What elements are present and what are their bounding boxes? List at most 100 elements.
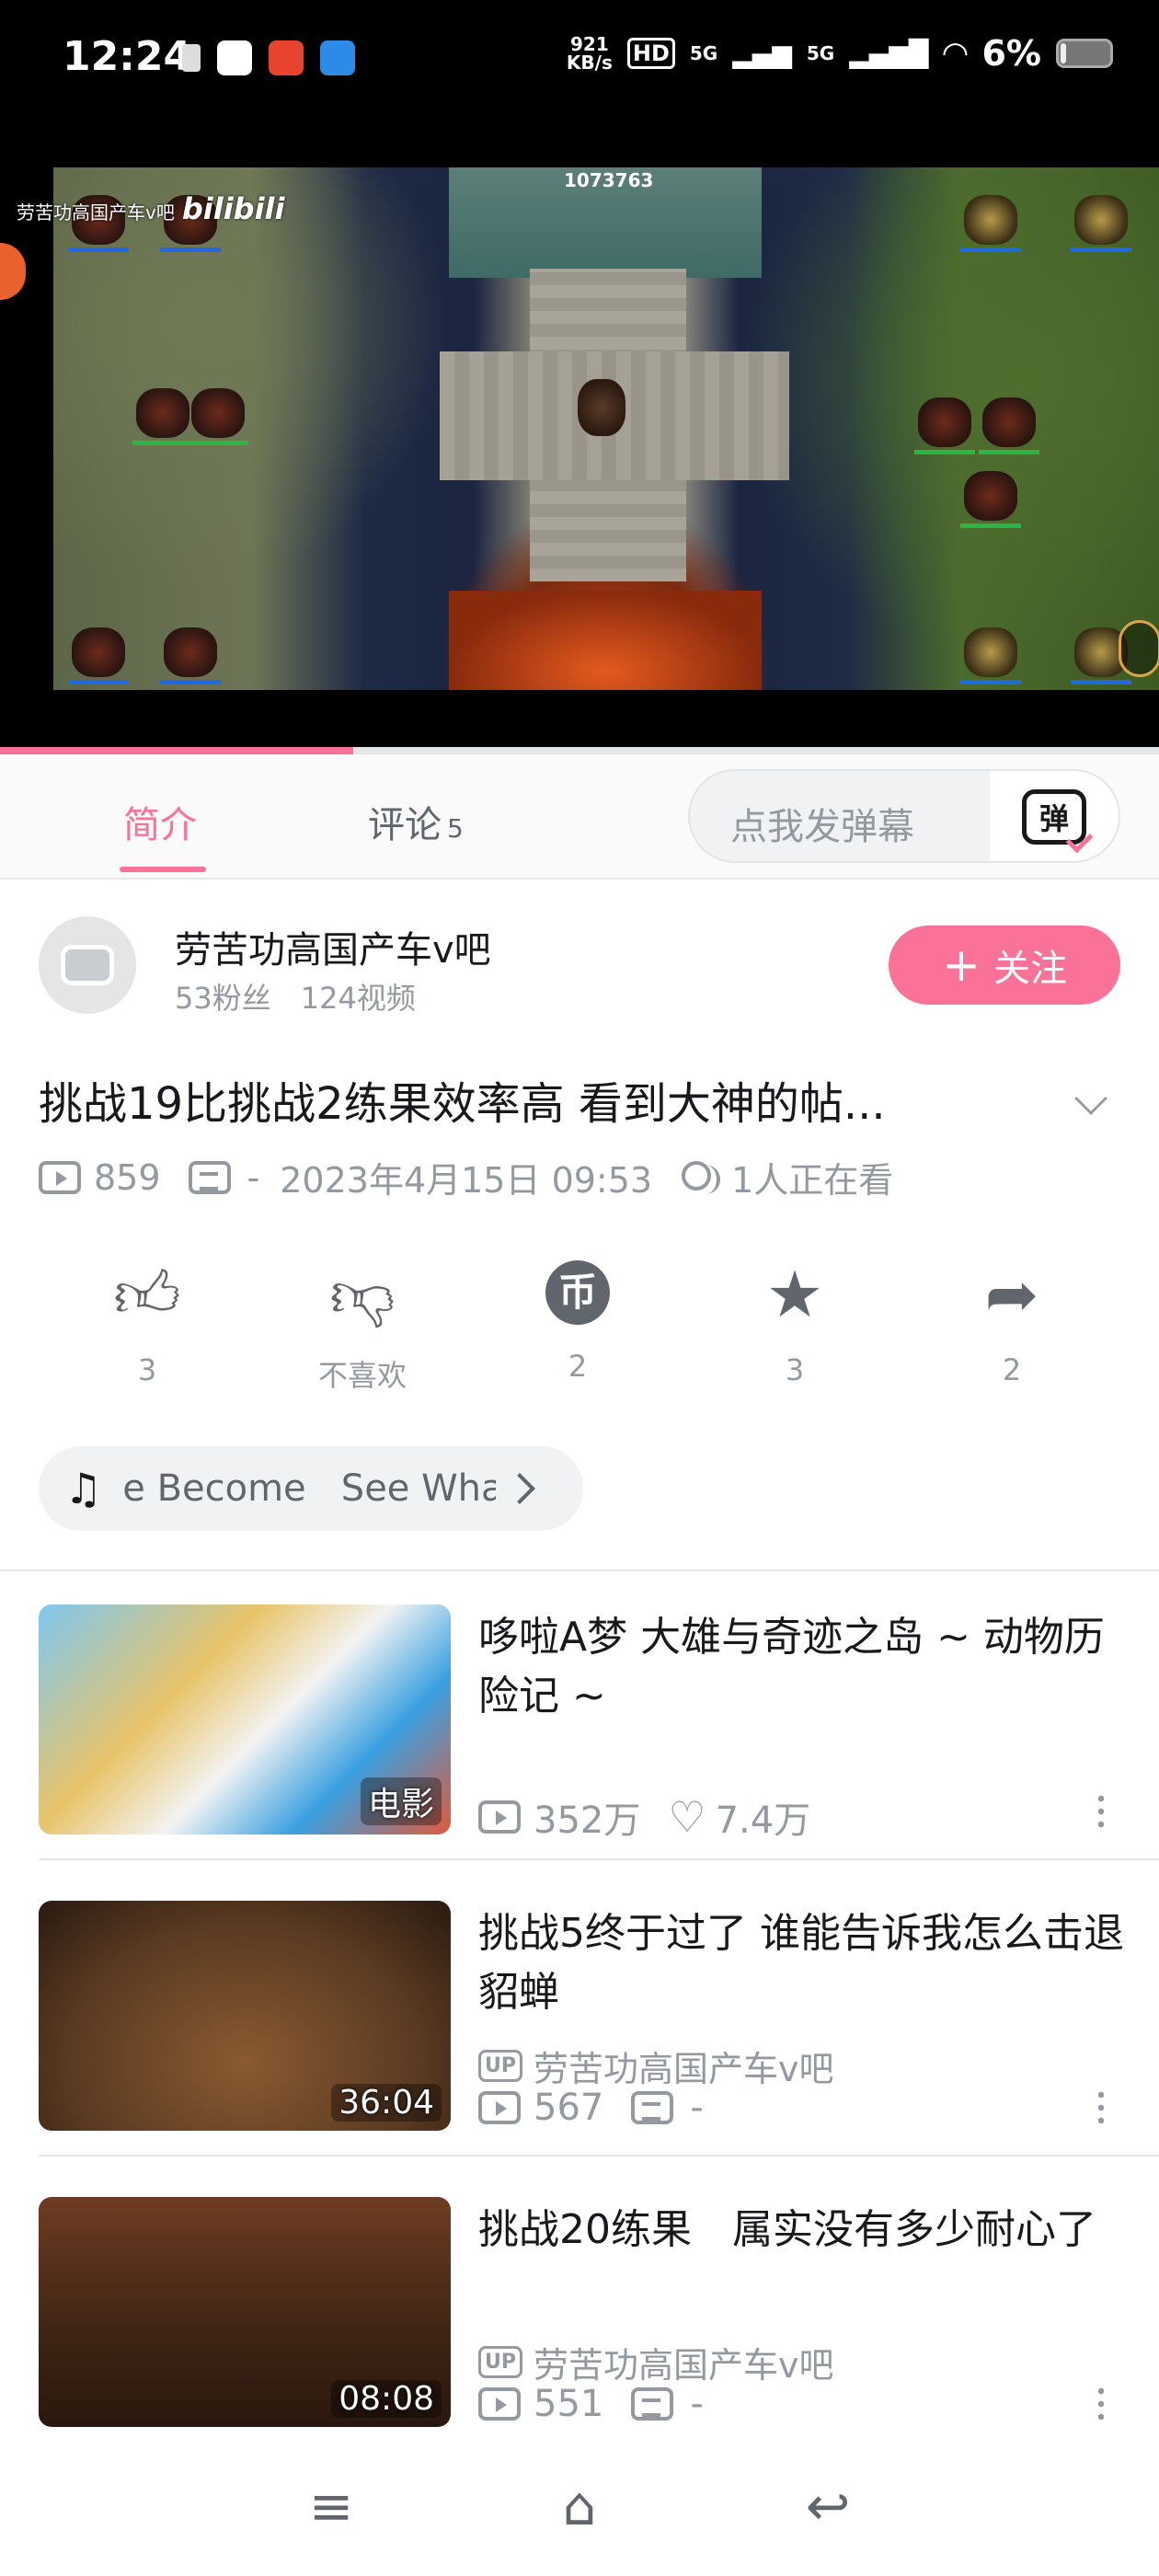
heart-icon: ♡	[668, 1792, 706, 1842]
uploader: UP 劳苦功高国产车v吧	[478, 2041, 834, 2091]
music-note-icon: ♫	[64, 1464, 103, 1513]
video-progress-bar[interactable]	[0, 747, 1159, 754]
video-stats: 567 -	[478, 2087, 704, 2129]
game-unit	[1071, 195, 1131, 252]
game-lava	[449, 591, 762, 690]
favorite-icon: ★	[765, 1257, 824, 1332]
network-speed: 921 KB/s	[566, 33, 613, 74]
uploader: UP 劳苦功高国产车v吧	[478, 2337, 834, 2387]
comments-count: 5	[447, 813, 464, 844]
more-options-icon[interactable]	[1098, 1792, 1104, 1829]
divider	[39, 2155, 1159, 2156]
danmaku-toggle-button[interactable]: 弹	[990, 771, 1119, 861]
status-bar: 12:24 921 KB/s HD 5G ▂▄▆ 5G ▂▄▆█ ◠ 6%	[0, 0, 1159, 129]
danmaku-count: -	[247, 1156, 260, 1198]
dislike-button[interactable]: 👎︎ 不喜欢	[289, 1260, 436, 1395]
avatar[interactable]	[39, 916, 136, 1014]
game-unit	[914, 397, 975, 454]
game-unit	[160, 627, 221, 684]
chevron-down-icon[interactable]	[1074, 1082, 1107, 1115]
favorite-button[interactable]: ★ 3	[721, 1260, 868, 1387]
recommended-title: 哆啦A梦 大雄与奇迹之岛 ~ 动物历险记 ~	[478, 1614, 1105, 1719]
video-meta: 859 - 2023年4月15日 09:53 1人正在看	[39, 1152, 893, 1202]
video-watermark: 劳苦功高国产车v吧 bilibili	[17, 191, 285, 226]
more-options-icon[interactable]	[1098, 2385, 1104, 2421]
video-player[interactable]: 1073763 劳苦功高国产车v吧 bilibili	[0, 129, 1159, 754]
video-frame[interactable]: 1073763	[53, 167, 1159, 690]
view-count: 859	[94, 1156, 161, 1198]
coin-button[interactable]: 币2	[504, 1260, 651, 1384]
video-count: 124视频	[300, 981, 416, 1016]
progress-fill	[0, 747, 354, 754]
shop-app-icon	[269, 40, 304, 75]
wifi-app-icon	[320, 40, 355, 75]
game-unit	[960, 471, 1021, 528]
plus-icon: +	[942, 938, 981, 992]
game-score: 1073763	[564, 169, 654, 191]
tab-comments[interactable]: 评论 5	[368, 795, 464, 848]
recommended-title: 挑战5终于过了 谁能告诉我怎么击退貂蝉	[478, 1910, 1124, 2016]
share-icon: ➦	[984, 1257, 1039, 1332]
up-badge: UP	[478, 2050, 522, 2082]
coin-icon: 币	[545, 1260, 610, 1325]
video-title: 挑战19比挑战2练果效率高 看到大神的帖...	[39, 1078, 886, 1130]
hd-icon: HD	[626, 38, 675, 69]
tab-intro[interactable]: 简介	[123, 795, 197, 848]
menu-icon[interactable]: ≡	[299, 2475, 363, 2537]
sim-icon	[182, 44, 201, 72]
chevron-right-icon	[504, 1473, 536, 1504]
recommended-video[interactable]: 电影 哆啦A梦 大雄与奇迹之岛 ~ 动物历险记 ~ 352万 ♡ 7.4万	[39, 1582, 1159, 1860]
like-icon: 👍︎	[113, 1257, 181, 1332]
game-unit	[132, 388, 193, 445]
play-count-icon	[39, 1160, 81, 1194]
share-button[interactable]: ➦ 2	[938, 1260, 1085, 1387]
like-button[interactable]: 👍︎ 3	[74, 1260, 221, 1387]
map-app-icon	[217, 40, 252, 75]
author-row: 劳苦功高国产车v吧 53粉丝 124视频 + 关注	[0, 880, 1159, 1064]
movie-badge: 电影	[360, 1777, 442, 1825]
play-count-icon	[478, 2387, 521, 2421]
battery-icon	[1056, 39, 1113, 68]
up-badge: UP	[478, 2346, 522, 2378]
signal-5g-icon: 5G	[689, 42, 718, 64]
video-thumbnail[interactable]: 08:08	[39, 2197, 451, 2427]
tab-bar: 简介 评论 5 点我发弹幕 弹	[0, 754, 1159, 880]
recommended-title: 挑战20练果 属实没有多少耐心了	[478, 2206, 1096, 2253]
action-bar: 👍︎ 3 👎︎ 不喜欢 币2 ★ 3 ➦ 2	[0, 1251, 1159, 1398]
video-thumbnail[interactable]: 电影	[39, 1604, 451, 1834]
side-float-icon[interactable]	[0, 243, 26, 300]
people-icon	[680, 1159, 721, 1196]
watching-count: 1人正在看	[731, 1160, 894, 1201]
author-stats: 53粉丝 124视频	[175, 975, 416, 1018]
play-count-icon	[478, 2091, 521, 2124]
recommended-video[interactable]: 36:04 挑战5终于过了 谁能告诉我怎么击退貂蝉 UP 劳苦功高国产车v吧 56…	[39, 1879, 1159, 2156]
game-unit	[960, 195, 1021, 252]
battery-percent: 6%	[981, 33, 1041, 74]
danmaku-count-icon	[631, 2091, 674, 2124]
danmaku-count-icon	[631, 2387, 674, 2421]
game-unit	[979, 397, 1039, 454]
game-unit	[188, 388, 248, 445]
follow-button[interactable]: + 关注	[889, 926, 1120, 1005]
game-unit	[68, 627, 129, 684]
danmaku-input[interactable]: 点我发弹幕 弹	[688, 769, 1120, 863]
signal-5g-icon-2: 5G	[806, 42, 835, 64]
video-stats: 352万 ♡ 7.4万	[478, 1790, 810, 1844]
music-tag[interactable]: ♫ e Become See Wha	[39, 1446, 583, 1531]
fans-count: 53粉丝	[175, 981, 271, 1016]
video-thumbnail[interactable]: 36:04	[39, 1901, 451, 2131]
notification-icons	[182, 40, 355, 75]
pause-icon[interactable]	[1119, 620, 1159, 677]
author-name[interactable]: 劳苦功高国产车v吧	[175, 920, 491, 973]
home-icon[interactable]: ⌂	[547, 2475, 612, 2537]
video-stats: 551 -	[478, 2383, 704, 2425]
danmaku-count-icon	[188, 1160, 231, 1194]
recommended-video[interactable]: 08:08 挑战20练果 属实没有多少耐心了 UP 劳苦功高国产车v吧 551 -	[39, 2175, 1159, 2451]
back-icon[interactable]: ↩	[796, 2475, 860, 2537]
video-duration: 36:04	[331, 2084, 442, 2122]
divider	[39, 1858, 1159, 1860]
play-count-icon	[478, 1800, 521, 1834]
game-hero-unit	[578, 379, 625, 436]
more-options-icon[interactable]	[1098, 2088, 1104, 2125]
game-unit	[960, 627, 1021, 684]
